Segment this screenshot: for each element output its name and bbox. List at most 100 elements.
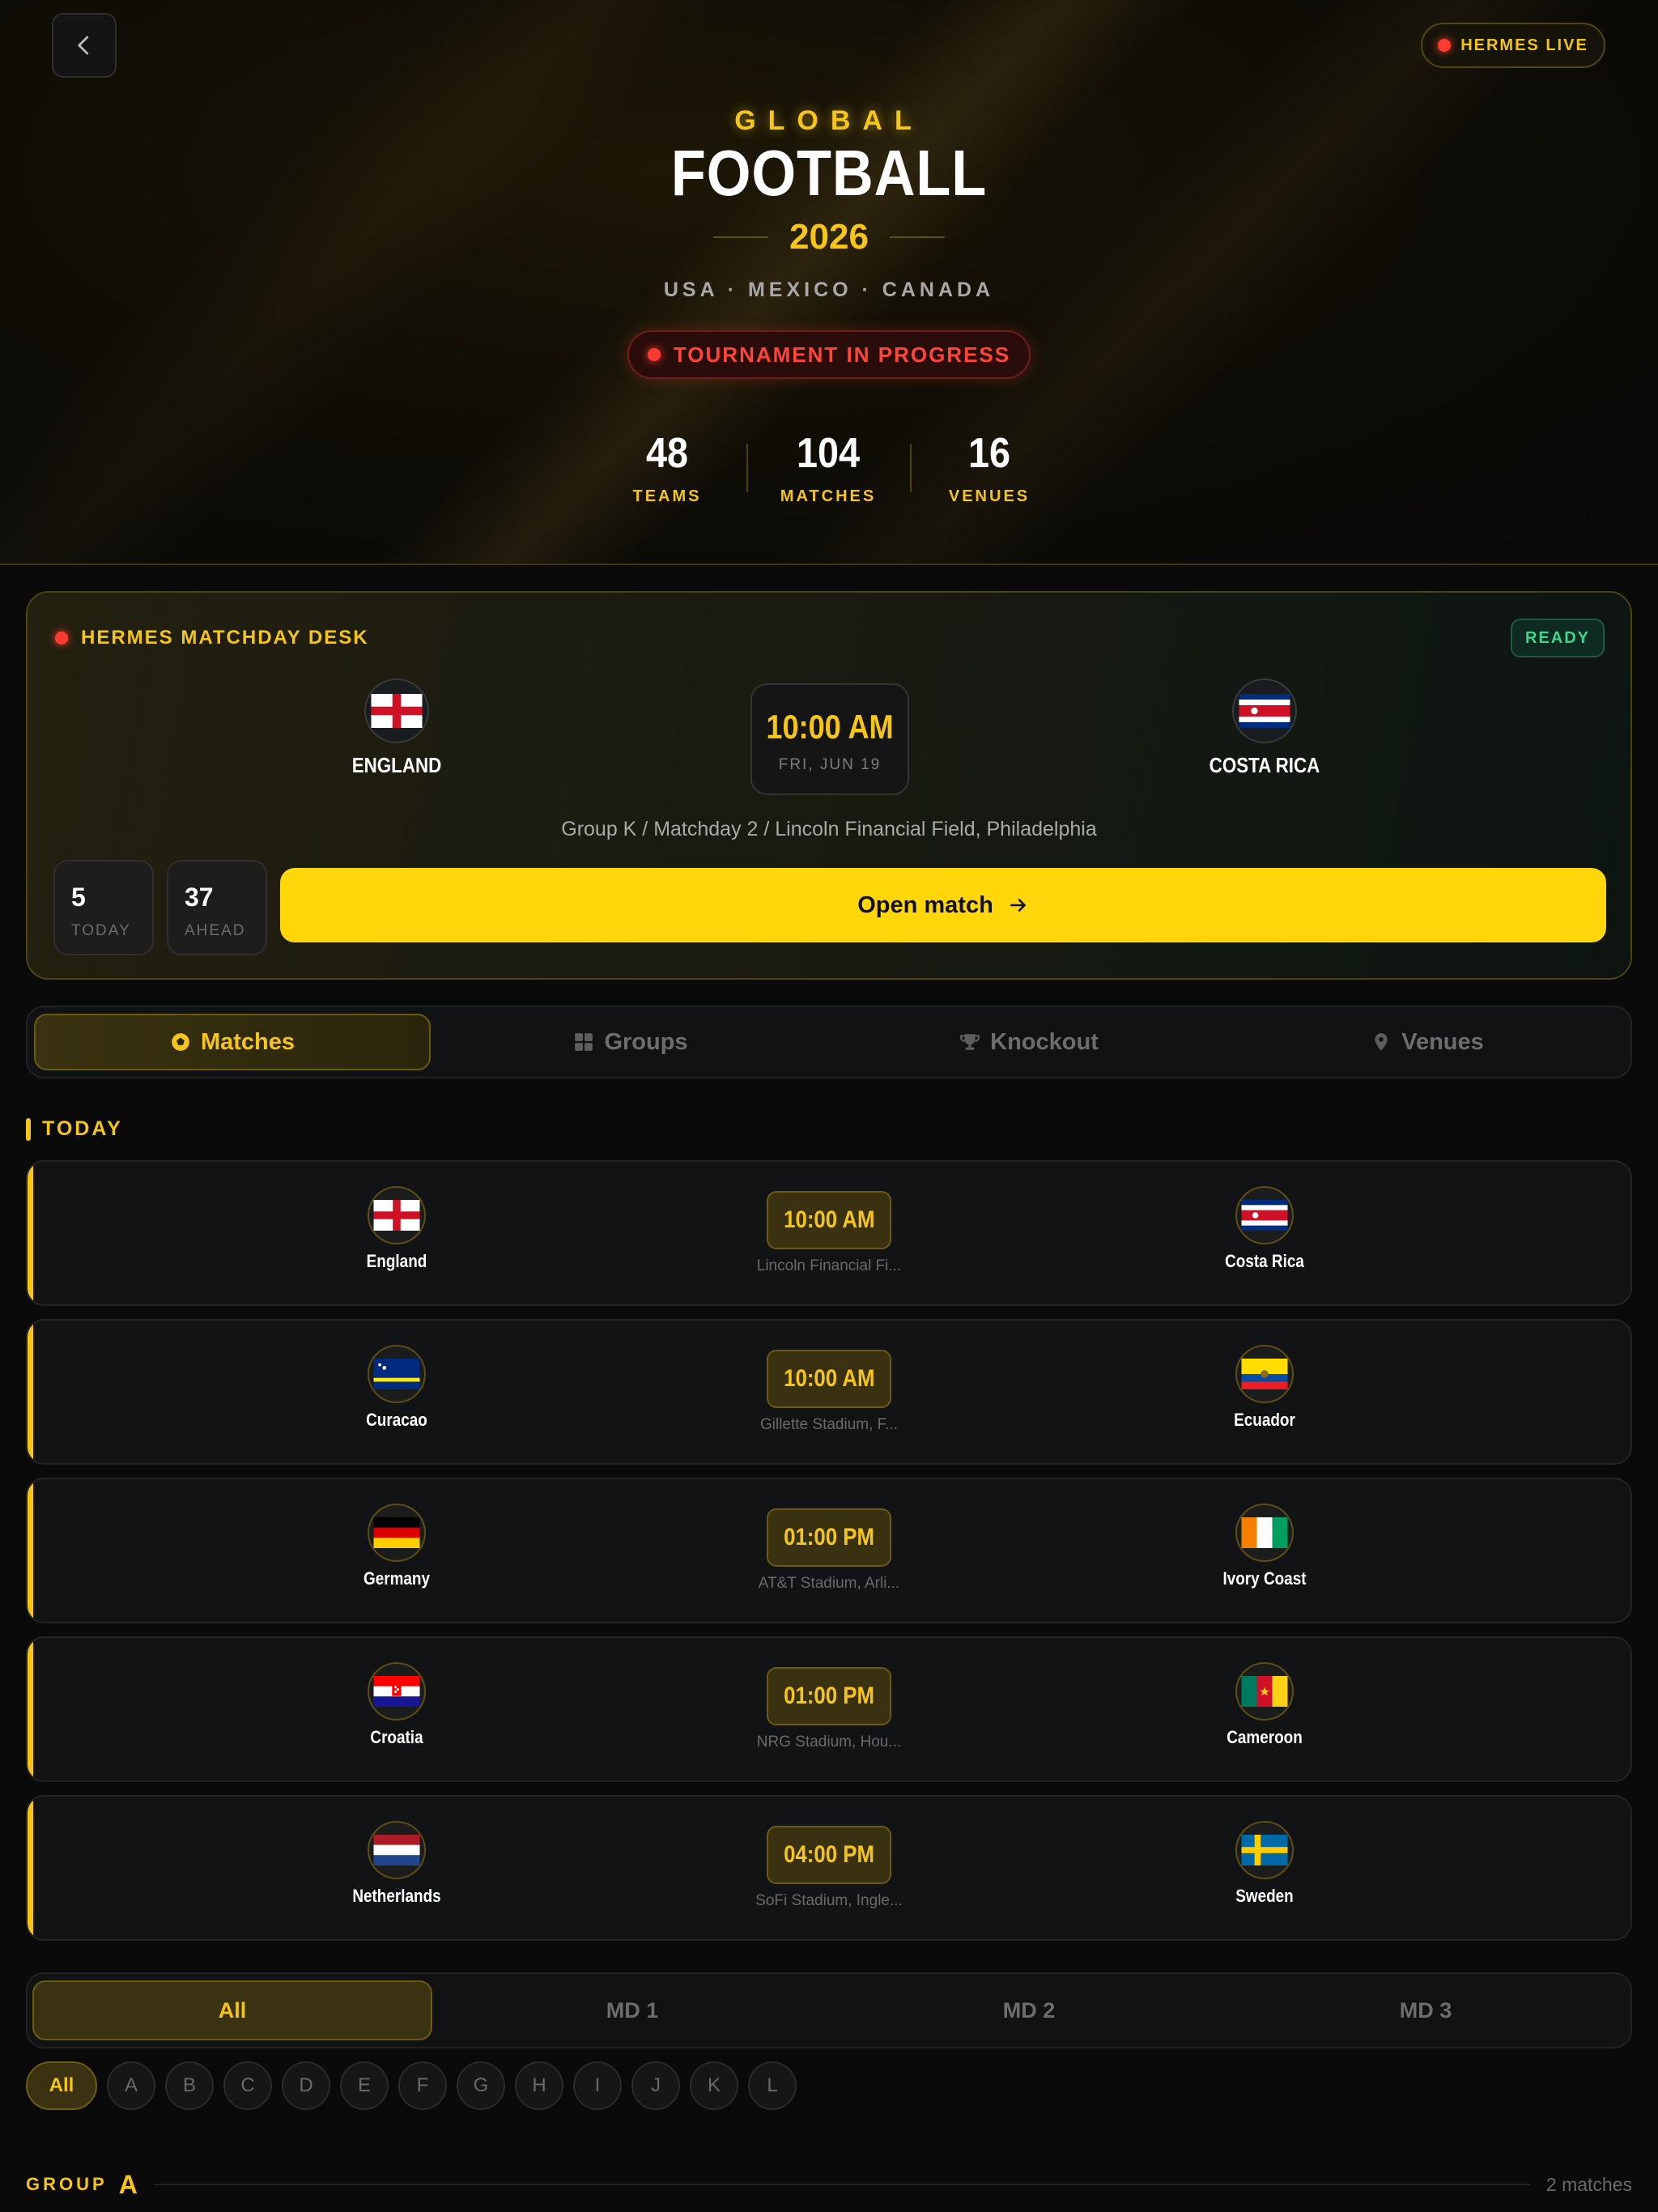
group-chip-h[interactable]: H	[515, 2061, 563, 2110]
stat-venues: 16 VENUES	[908, 429, 1070, 506]
open-match-button[interactable]: Open match	[280, 868, 1606, 942]
match-card[interactable]: England 10:00 AM Lincoln Financial Fi...…	[26, 1160, 1632, 1306]
away-team: Costa Rica	[1167, 1186, 1362, 1272]
group-chip-l[interactable]: L	[748, 2061, 797, 2110]
desk-away-team[interactable]: COSTA RICA	[1167, 678, 1362, 778]
group-letter: A	[118, 2169, 138, 2199]
ahead-label: AHEAD	[185, 922, 246, 939]
kickoff-date: FRI, JUN 19	[778, 756, 882, 773]
arrow-right-icon	[1010, 899, 1026, 912]
group-chip-j[interactable]: J	[631, 2061, 680, 2110]
tab-knockout[interactable]: Knockout	[831, 1014, 1227, 1070]
today-count: 5	[71, 883, 86, 912]
live-indicator[interactable]: HERMES LIVE	[1421, 23, 1605, 68]
group-chip-b[interactable]: B	[165, 2061, 214, 2110]
match-accent	[28, 1797, 33, 1939]
year-row: 2026	[0, 217, 1658, 257]
back-button[interactable]	[52, 13, 117, 78]
sweden-flag-icon	[1235, 1821, 1294, 1879]
matchday-tab-md1[interactable]: MD 1	[432, 1980, 832, 2040]
stat-value: 48	[645, 430, 689, 477]
matchday-tab-md2[interactable]: MD 2	[829, 1980, 1229, 2040]
team-name: COSTA RICA	[1209, 753, 1320, 777]
stat-matches: 104 MATCHES	[747, 429, 909, 506]
match-accent	[28, 1638, 33, 1780]
tab-label: Matches	[200, 1028, 295, 1055]
match-card[interactable]: Germany 01:00 PM AT&T Stadium, Arli... I…	[26, 1478, 1632, 1623]
live-dot-icon	[1438, 39, 1452, 52]
divider-line	[713, 236, 769, 238]
england-flag-icon	[364, 678, 429, 743]
ahead-count: 37	[185, 883, 214, 912]
group-chip-g[interactable]: G	[457, 2061, 505, 2110]
match-accent	[28, 1162, 33, 1304]
stat-label: TEAMS	[632, 487, 702, 505]
curacao-flag-icon	[368, 1345, 426, 1403]
away-team: Sweden	[1167, 1821, 1362, 1907]
kickoff-time: 01:00 PM	[767, 1667, 891, 1725]
tab-groups[interactable]: Groups	[432, 1014, 829, 1070]
matchday-tab-md3[interactable]: MD 3	[1226, 1980, 1626, 2040]
team-name: Ivory Coast	[1222, 1568, 1307, 1589]
desk-header: HERMES MATCHDAY DESK	[55, 627, 369, 649]
group-chip-d[interactable]: D	[282, 2061, 330, 2110]
hero-divider	[0, 564, 1658, 565]
match-accent	[28, 1479, 33, 1622]
team-name: Germany	[363, 1568, 431, 1589]
team-name: Costa Rica	[1225, 1251, 1304, 1271]
today-label: TODAY	[71, 922, 131, 939]
home-team: England	[300, 1186, 494, 1272]
team-name: Cameroon	[1226, 1727, 1303, 1747]
group-match-count: 2 matches	[1545, 2173, 1632, 2195]
group-section-header: GROUP A 2 matches	[26, 2170, 1632, 2199]
match-card[interactable]: Croatia 01:00 PM NRG Stadium, Hou... Cam…	[26, 1636, 1632, 1782]
match-venue: AT&T Stadium, Arli...	[758, 1575, 900, 1592]
team-name: Netherlands	[352, 1886, 441, 1906]
tab-label: Groups	[604, 1028, 688, 1055]
croatia-flag-icon	[368, 1662, 426, 1721]
home-team: Curacao	[300, 1345, 494, 1431]
tab-label: Knockout	[990, 1028, 1099, 1055]
match-card[interactable]: Netherlands 04:00 PM SoFi Stadium, Ingle…	[26, 1795, 1632, 1941]
matchday-tab-all[interactable]: All	[32, 1980, 432, 2040]
group-label: GROUP	[26, 2174, 108, 2194]
group-chip-f[interactable]: F	[398, 2061, 447, 2110]
group-chip-k[interactable]: K	[690, 2061, 738, 2110]
match-venue: NRG Stadium, Hou...	[756, 1733, 902, 1750]
live-label: HERMES LIVE	[1460, 36, 1588, 54]
desk-kickoff: 10:00 AM FRI, JUN 19	[750, 683, 909, 795]
ecuador-flag-icon	[1235, 1345, 1294, 1403]
team-name: Curacao	[366, 1410, 427, 1430]
tab-matches[interactable]: Matches	[34, 1014, 431, 1070]
away-team: Ivory Coast	[1167, 1504, 1362, 1589]
divider-line	[153, 2184, 1530, 2185]
tournament-stats: 48 TEAMS 104 MATCHES 16 VENUES	[0, 429, 1658, 518]
ahead-count-card: 37 AHEAD	[167, 860, 267, 955]
team-name: Sweden	[1235, 1886, 1294, 1906]
tournament-status-badge: TOURNAMENT IN PROGRESS	[627, 330, 1031, 379]
group-chip-e[interactable]: E	[340, 2061, 389, 2110]
cameroon-flag-icon	[1235, 1662, 1294, 1721]
brand-year: 2026	[789, 217, 869, 257]
matchday-filter: All MD 1 MD 2 MD 3	[26, 1972, 1632, 2048]
group-chip-a[interactable]: A	[107, 2061, 155, 2110]
netherlands-flag-icon	[368, 1821, 426, 1879]
desk-home-team[interactable]: ENGLAND	[300, 678, 494, 778]
group-chip-all[interactable]: All	[26, 2061, 97, 2110]
team-name: ENGLAND	[351, 753, 442, 777]
stat-value: 104	[796, 430, 861, 477]
kickoff-time: 10:00 AM	[766, 708, 894, 746]
match-card[interactable]: Curacao 10:00 AM Gillette Stadium, F... …	[26, 1319, 1632, 1465]
home-team: Croatia	[300, 1662, 494, 1748]
stat-value: 16	[967, 430, 1011, 477]
group-chip-c[interactable]: C	[223, 2061, 272, 2110]
tab-venues[interactable]: Venues	[1229, 1014, 1626, 1070]
open-match-label: Open match	[857, 891, 993, 918]
tournament-status-label: TOURNAMENT IN PROGRESS	[673, 342, 1011, 367]
section-accent	[26, 1117, 31, 1141]
kickoff-time: 01:00 PM	[767, 1508, 891, 1567]
brand-top: GLOBAL	[734, 105, 924, 136]
group-chip-i[interactable]: I	[573, 2061, 622, 2110]
home-team: Germany	[300, 1504, 494, 1589]
divider-line	[889, 236, 945, 238]
